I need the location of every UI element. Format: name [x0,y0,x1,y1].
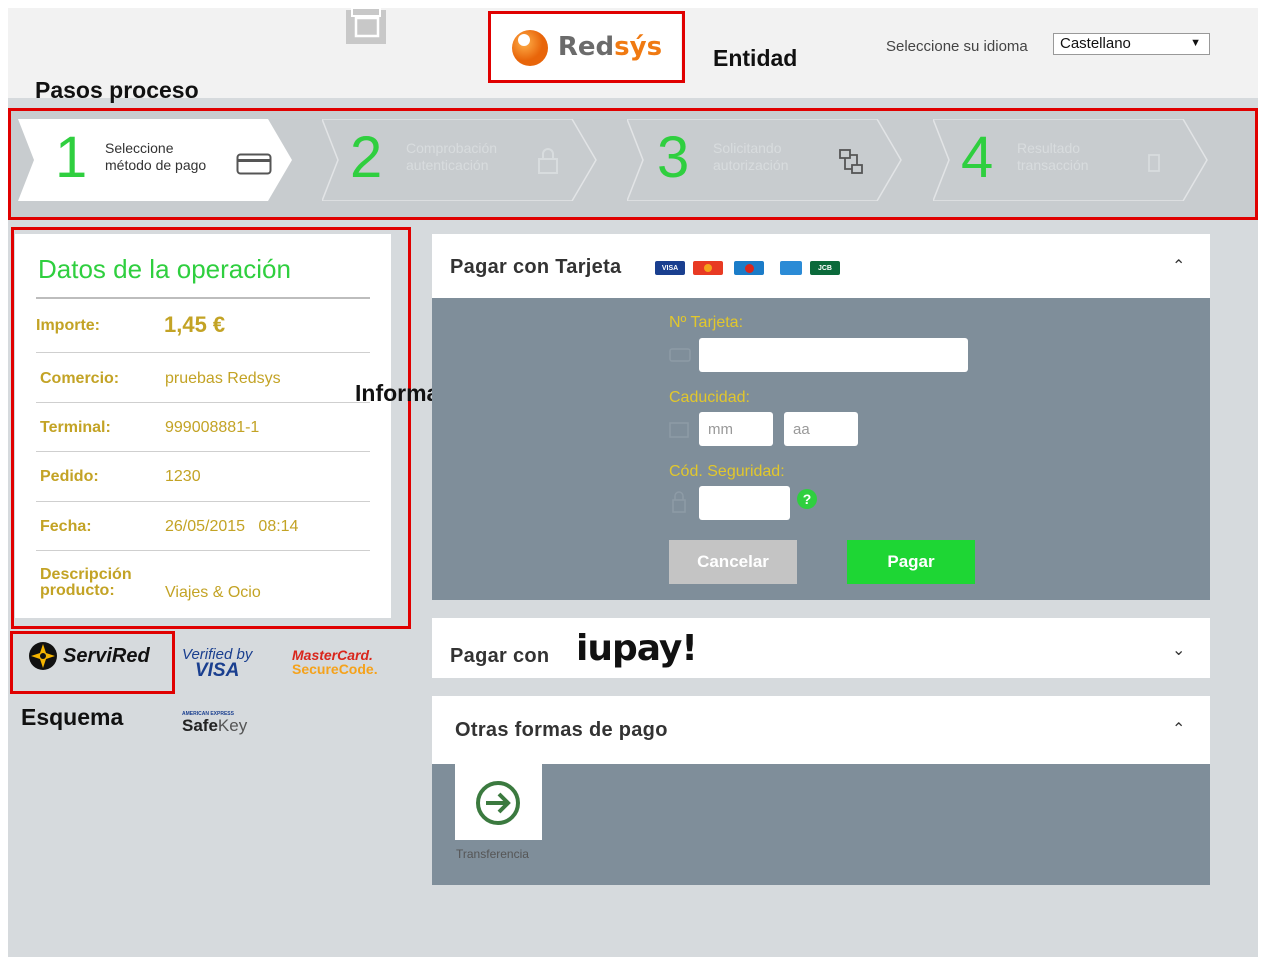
transfer-label: Transferencia [456,847,529,861]
card-payment-title: Pagar con Tarjeta [450,256,622,278]
jcb-icon: JCB [810,261,840,275]
amex-safekey-logo: AMERICAN EXPRESS SafeKey [182,711,248,735]
language-select[interactable]: Castellano ▼ [1053,33,1210,55]
collapse-chevron-icon[interactable]: ⌃ [1172,719,1185,739]
annotation-box-scheme [10,631,175,694]
cvv-input[interactable] [699,486,790,520]
language-label: Seleccione su idioma [886,38,1028,55]
padlock-icon [672,491,686,513]
card-number-label: Nº Tarjeta: [669,314,744,331]
help-icon[interactable]: ? [797,489,817,509]
cvv-label: Cód. Seguridad: [669,463,785,480]
mastercard-securecode-logo: MasterCard. SecureCode. [292,647,378,677]
language-selected-value: Castellano [1060,35,1131,52]
annotation-entidad: Entidad [713,45,798,71]
annotation-box-operation [11,227,411,629]
amex-icon [780,261,802,275]
calendar-icon [669,422,689,438]
other-payments-title: Otras formas de pago [455,719,668,741]
annotation-box-entity [488,11,685,83]
annotation-esquema: Esquema [21,704,124,730]
expiry-label: Caducidad: [669,389,750,406]
annotation-box-steps [8,108,1258,220]
iupay-prefix: Pagar con [450,645,550,667]
iupay-logo: iupay! [576,628,698,669]
select-caret-icon: ▼ [1190,37,1201,49]
other-payments-body [432,764,1210,885]
cancel-button[interactable]: Cancelar [669,540,797,584]
pay-button[interactable]: Pagar [847,540,975,584]
collapse-chevron-icon[interactable]: ⌃ [1172,256,1185,276]
card-number-input[interactable] [699,338,968,372]
annotation-pasos: Pasos proceso [35,77,199,103]
mastercard-icon [693,261,723,275]
card-small-icon [669,348,691,362]
expiry-year-input[interactable]: aa [784,412,858,446]
expand-chevron-icon[interactable]: ⌄ [1172,640,1185,660]
arrow-right-circle-icon [476,781,520,825]
maestro-icon [734,261,764,275]
expiry-month-input[interactable]: mm [699,412,773,446]
fullscreen-icon[interactable] [344,6,388,46]
verified-by-visa-logo: Verified by VISA [182,646,253,681]
transfer-option[interactable] [455,764,542,840]
visa-icon: VISA [655,261,685,275]
